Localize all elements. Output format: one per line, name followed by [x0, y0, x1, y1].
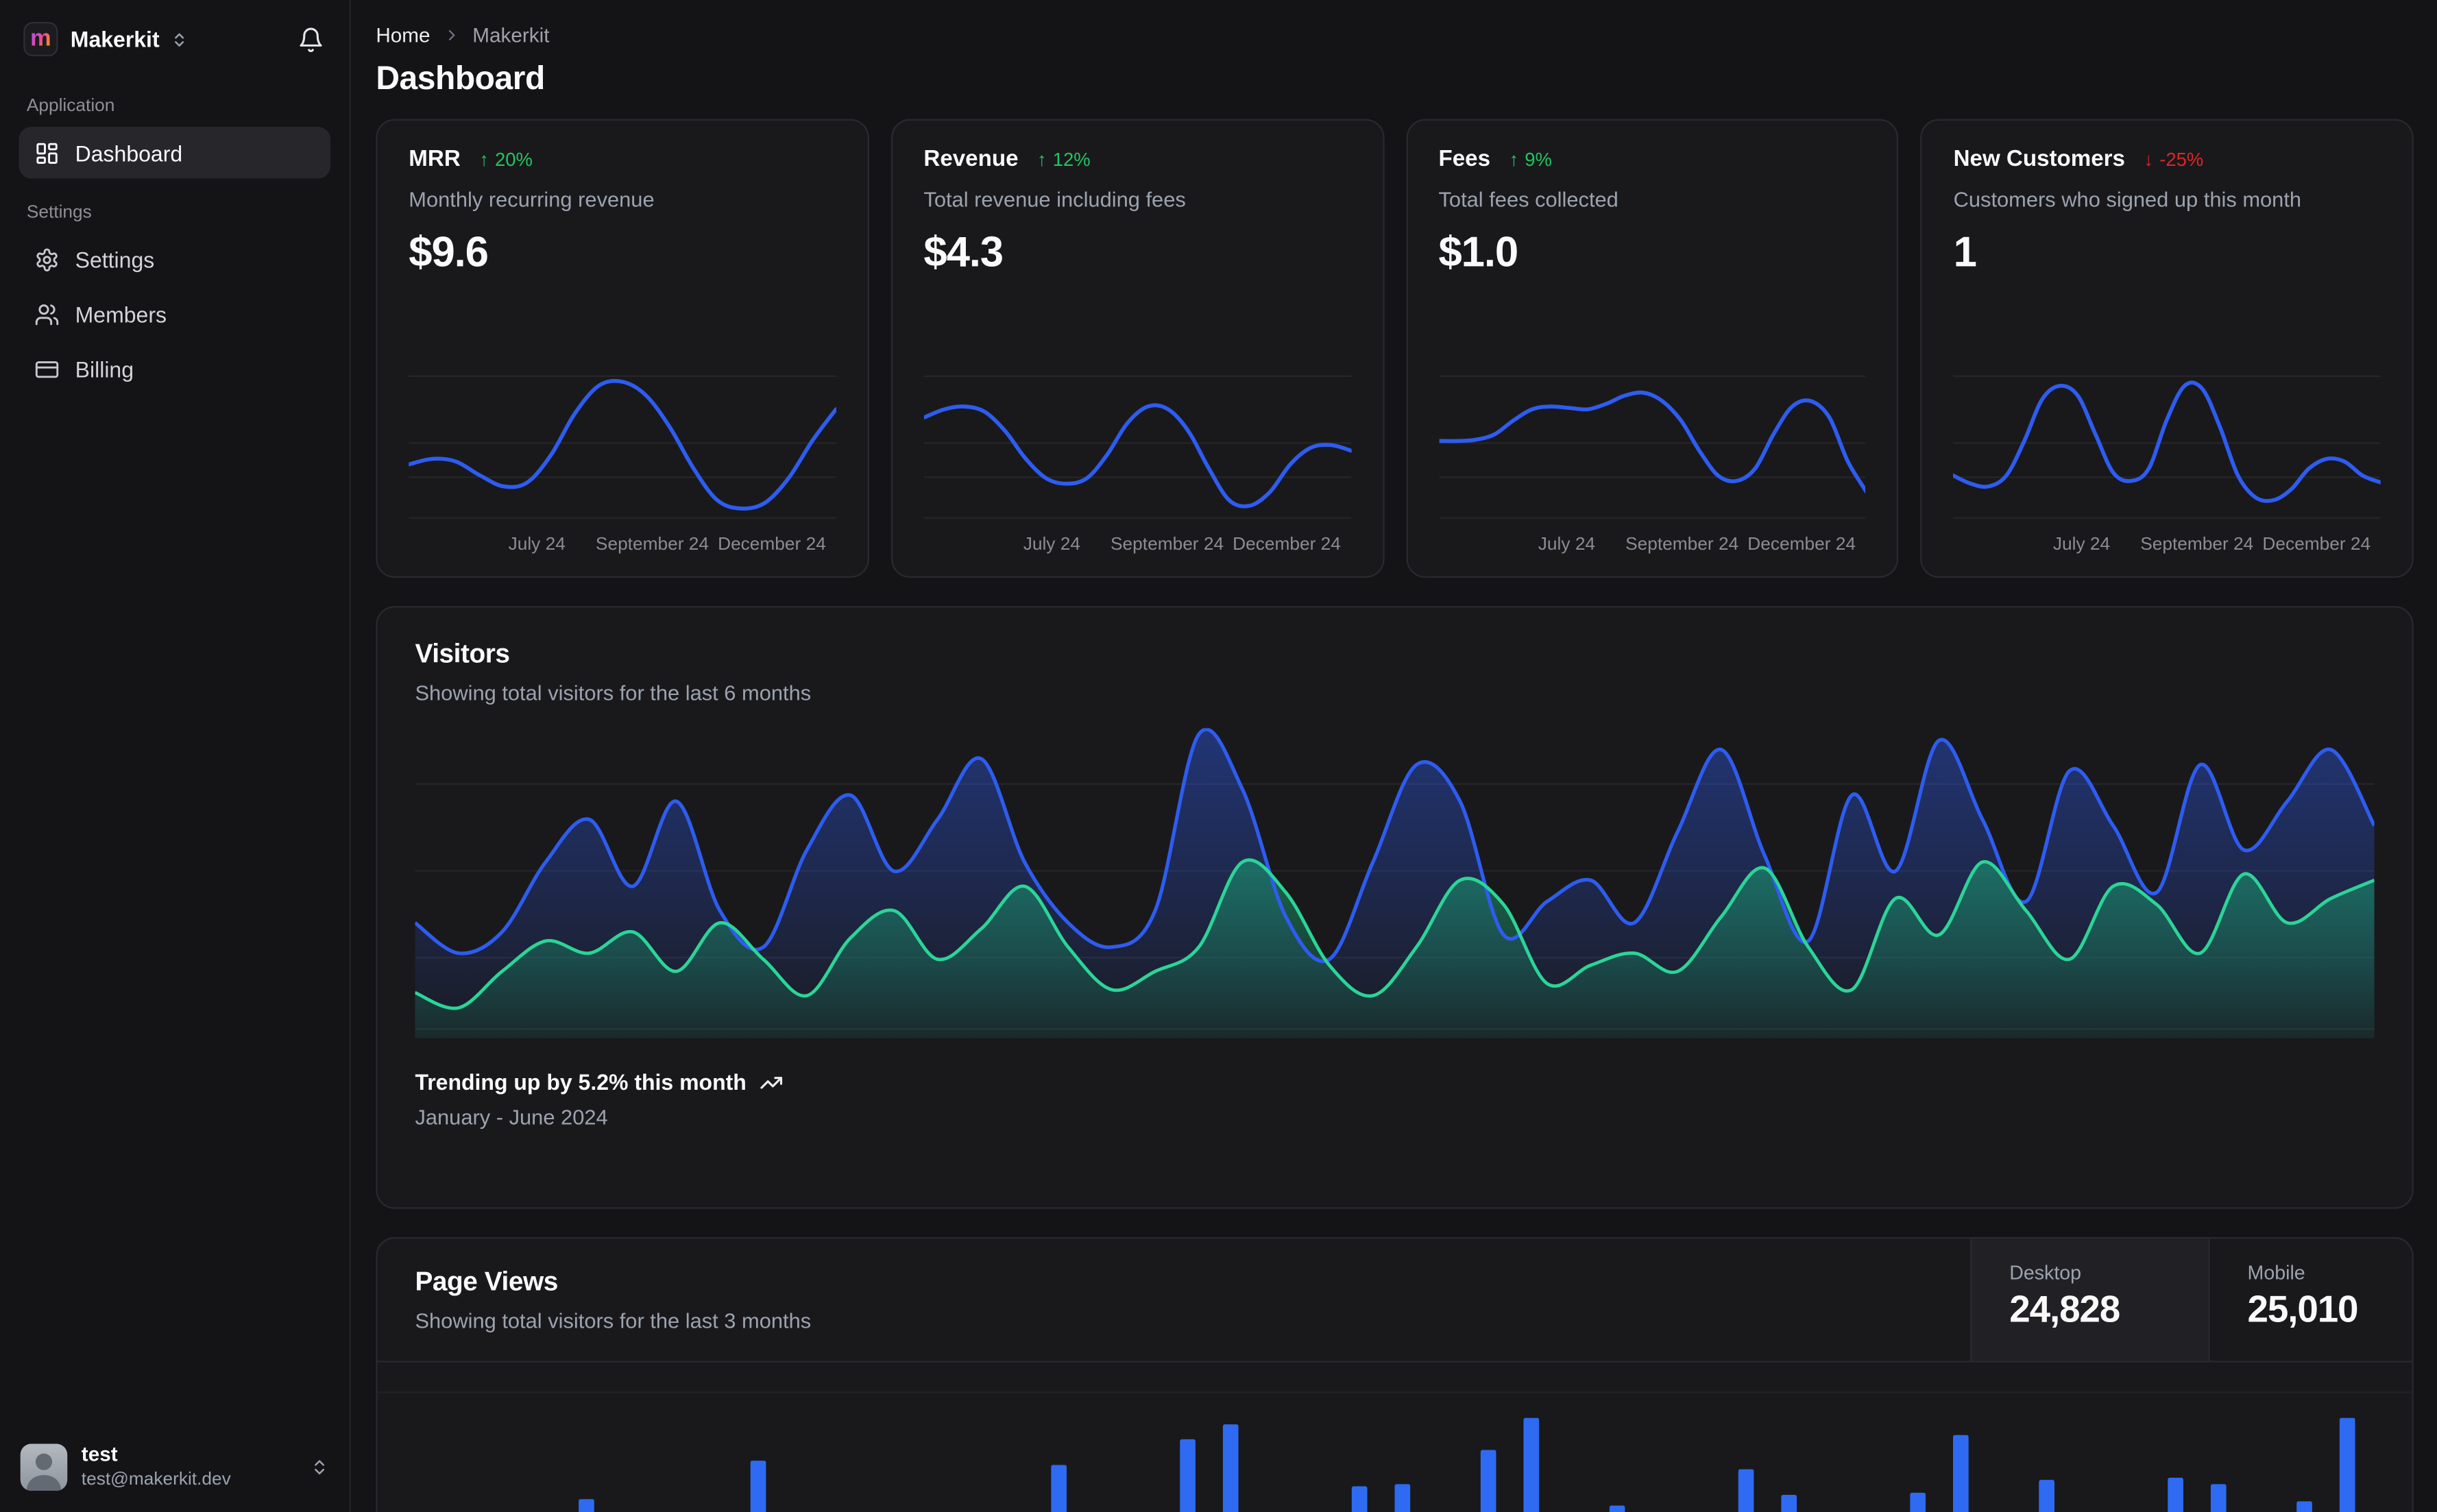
sidebar-item-members[interactable]: Members — [19, 288, 330, 339]
chevron-right-icon — [443, 27, 460, 44]
toggle-desktop[interactable]: Desktop 24,828 — [1970, 1239, 2209, 1361]
logo-letter: m — [30, 24, 51, 51]
team-switcher[interactable]: Makerkit — [70, 26, 188, 52]
dashboard-icon — [34, 140, 60, 165]
bell-icon — [298, 26, 324, 53]
chevrons-up-down-icon — [310, 1457, 328, 1476]
trend-arrow-up-icon: ↑ — [1036, 149, 1047, 171]
stat-description: Monthly recurring revenue — [409, 188, 655, 212]
mobile-value: 25,010 — [2247, 1289, 2359, 1331]
stat-title: MRR — [409, 147, 461, 173]
page-views-header: Page Views Showing total visitors for th… — [377, 1239, 2412, 1363]
sparkline-x-axis: July 24 September 24 December 24 — [508, 535, 826, 554]
breadcrumb-home[interactable]: Home — [376, 23, 430, 47]
sparkline-x-axis: July 24 September 24 December 24 — [2052, 535, 2371, 554]
breadcrumb: Home Makerkit — [376, 23, 2413, 47]
stat-card-revenue: Revenue ↑ 12% Total revenue including fee… — [890, 119, 1384, 578]
gear-icon — [34, 247, 60, 272]
billing-icon — [34, 356, 60, 382]
app-root: m Makerkit Application Dashboard Setting… — [0, 0, 2437, 1512]
visitors-area-chart — [415, 728, 2375, 1038]
user-email: test@makerkit.dev — [81, 1470, 231, 1489]
trend-arrow-down-icon: ↓ — [2144, 149, 2154, 171]
sidebar-item-label: Dashboard — [75, 140, 183, 166]
sidebar-nav: Application Dashboard Settings Settings … — [0, 72, 349, 398]
desktop-value: 24,828 — [2009, 1289, 2120, 1331]
page-views-subtitle: Showing total visitors for the last 3 mo… — [415, 1309, 812, 1333]
fees-sparkline-chart: July 24 September 24 December 24 — [1438, 367, 1865, 561]
page-views-card: Page Views Showing total visitors for th… — [376, 1236, 2414, 1512]
trend-badge: ↑ 20% — [479, 149, 533, 171]
page-views-bar-chart — [378, 1363, 2412, 1512]
team-name: Makerkit — [70, 26, 160, 52]
sidebar-item-label: Members — [75, 301, 167, 327]
desktop-label: Desktop — [2009, 1262, 2082, 1284]
stat-description: Total revenue including fees — [923, 188, 1186, 212]
page-views-title: Page Views — [415, 1267, 558, 1297]
stat-value: $4.3 — [923, 228, 1004, 276]
stat-value: $1.0 — [1438, 228, 1518, 276]
sidebar-item-label: Settings — [75, 246, 155, 272]
sidebar-item-settings[interactable]: Settings — [19, 233, 330, 284]
trending-up-icon — [759, 1071, 782, 1094]
sparkline-x-axis: July 24 September 24 December 24 — [1023, 535, 1341, 554]
stat-title: Fees — [1438, 147, 1491, 173]
sidebar-item-label: Billing — [75, 356, 134, 382]
trend-badge: ↑ 9% — [1509, 149, 1552, 171]
revenue-sparkline-chart: July 24 September 24 December 24 — [923, 367, 1350, 561]
stat-value: 1 — [1953, 228, 1977, 276]
stat-card-fees: Fees ↑ 9% Total fees collected $1.0 July … — [1405, 119, 1899, 578]
visitors-subtitle: Showing total visitors for the last 6 mo… — [415, 681, 812, 705]
visitors-trend-line: Trending up by 5.2% this month — [415, 1069, 2374, 1095]
main-content: Home Makerkit Dashboard MRR ↑ 20% Monthly… — [352, 0, 2437, 1512]
page-title: Dashboard — [376, 61, 545, 97]
visitors-card: Visitors Showing total visitors for the … — [376, 606, 2414, 1209]
stat-title: Revenue — [923, 147, 1019, 173]
sidebar-item-billing[interactable]: Billing — [19, 343, 330, 394]
stat-description: Total fees collected — [1438, 188, 1618, 212]
user-name: test — [81, 1443, 118, 1467]
makerkit-logo[interactable]: m — [23, 21, 58, 57]
user-menu[interactable]: test test@makerkit.dev — [0, 1424, 349, 1512]
stat-description: Customers who signed up this month — [1953, 188, 2302, 212]
breadcrumb-current: Makerkit — [472, 23, 550, 47]
visitors-title: Visitors — [415, 639, 510, 669]
sidebar-item-dashboard[interactable]: Dashboard — [19, 127, 331, 179]
mobile-label: Mobile — [2247, 1262, 2305, 1284]
user-avatar — [20, 1443, 68, 1491]
stat-card-new-customers: New Customers ↓ -25% Customers who signed… — [1920, 119, 2414, 578]
trend-arrow-up-icon: ↑ — [1509, 149, 1519, 171]
notifications-button[interactable] — [298, 26, 324, 53]
trend-arrow-up-icon: ↑ — [479, 149, 489, 171]
sidebar-header: m Makerkit — [0, 0, 349, 72]
chevrons-up-down-icon — [171, 31, 188, 48]
stat-value: $9.6 — [409, 228, 489, 276]
visitors-period: January - June 2024 — [415, 1105, 608, 1130]
section-label-settings: Settings — [26, 204, 92, 223]
section-label-application: Application — [26, 97, 115, 117]
trend-badge: ↑ 12% — [1036, 149, 1091, 171]
trend-badge: ↓ -25% — [2144, 149, 2204, 171]
user-meta: test test@makerkit.dev — [82, 1443, 231, 1491]
members-icon — [34, 302, 60, 327]
toggle-mobile[interactable]: Mobile 25,010 — [2208, 1239, 2412, 1361]
mrr-sparkline-chart: July 24 September 24 December 24 — [409, 367, 836, 561]
stat-title: New Customers — [1953, 147, 2125, 173]
new-customers-sparkline-chart: July 24 September 24 December 24 — [1954, 367, 2381, 561]
sparkline-x-axis: July 24 September 24 December 24 — [1538, 535, 1856, 554]
stat-card-mrr: MRR ↑ 20% Monthly recurring revenue $9.6 … — [376, 119, 869, 578]
sidebar: m Makerkit Application Dashboard Setting… — [0, 0, 351, 1512]
stat-cards-row: MRR ↑ 20% Monthly recurring revenue $9.6 … — [376, 119, 2414, 578]
